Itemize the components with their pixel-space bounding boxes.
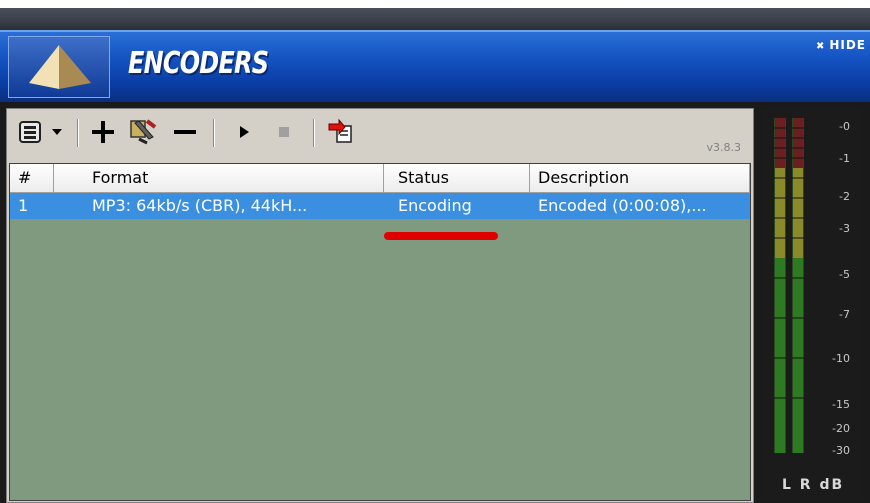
toolbar-separator bbox=[313, 119, 315, 147]
encoder-config-icon bbox=[19, 121, 41, 143]
encoder-list[interactable]: # Format Status Description 1 MP3: 64kb/… bbox=[9, 163, 751, 501]
remove-encoder-button[interactable] bbox=[167, 117, 203, 147]
hide-button[interactable]: ✖ HIDE bbox=[816, 38, 866, 52]
meter-label: -5 bbox=[839, 268, 850, 281]
toolbar: v3.8.3 bbox=[7, 109, 753, 161]
import-icon bbox=[328, 118, 352, 143]
chevron-down-icon bbox=[52, 129, 62, 135]
import-button[interactable] bbox=[323, 117, 359, 147]
page-title: ENCODERS bbox=[128, 46, 269, 81]
plus-icon bbox=[92, 121, 114, 143]
start-button[interactable] bbox=[229, 117, 259, 147]
encoders-window: ENCODERS ✖ HIDE v3.8.3 # Format Status D… bbox=[0, 8, 870, 503]
meter-label: -1 bbox=[839, 152, 850, 165]
right-channel-bar bbox=[792, 118, 804, 453]
column-header-description[interactable]: Description bbox=[530, 164, 750, 192]
status-annotation-underline bbox=[384, 232, 498, 240]
column-header-status[interactable]: Status bbox=[384, 164, 530, 192]
pyramid-icon bbox=[29, 45, 91, 89]
left-channel-bar bbox=[774, 118, 786, 453]
tools-icon bbox=[130, 119, 157, 145]
logo bbox=[8, 36, 110, 98]
meter-label: -3 bbox=[839, 222, 850, 235]
toolbar-separator bbox=[213, 119, 215, 147]
add-encoder-button[interactable] bbox=[87, 117, 119, 147]
meter-label: -2 bbox=[839, 190, 850, 203]
row-status: Encoding bbox=[398, 196, 472, 215]
table-row[interactable]: 1 MP3: 64kb/s (CBR), 44kH... Encoding En… bbox=[10, 193, 750, 219]
meter-label: -0 bbox=[839, 120, 850, 133]
level-meter: -0 -1 -2 -3 -5 -7 -10 -15 -20 -30 L R dB bbox=[762, 108, 862, 501]
column-header-number[interactable]: # bbox=[10, 164, 54, 192]
row-number: 1 bbox=[18, 196, 29, 215]
minus-icon bbox=[174, 130, 196, 134]
window-top-bar bbox=[0, 8, 870, 30]
encoder-config-button[interactable] bbox=[13, 117, 47, 147]
close-icon: ✖ bbox=[815, 41, 826, 52]
meter-label: -10 bbox=[832, 352, 850, 365]
play-icon bbox=[240, 126, 249, 138]
stop-button[interactable] bbox=[269, 117, 299, 147]
dropdown-arrow[interactable] bbox=[47, 117, 67, 147]
encoders-panel: v3.8.3 # Format Status Description 1 MP3… bbox=[6, 108, 754, 503]
meter-label: -7 bbox=[839, 308, 850, 321]
stop-icon bbox=[279, 127, 289, 137]
meter-footer: L R dB bbox=[782, 477, 845, 493]
meter-label: -20 bbox=[832, 422, 850, 435]
version-label: v3.8.3 bbox=[706, 141, 742, 154]
meter-label: -30 bbox=[832, 444, 850, 457]
encoder-settings-button[interactable] bbox=[123, 117, 163, 147]
row-description: Encoded (0:00:08),... bbox=[538, 196, 707, 215]
toolbar-separator bbox=[77, 119, 79, 147]
row-format: MP3: 64kb/s (CBR), 44kH... bbox=[92, 196, 308, 215]
hide-label: HIDE bbox=[829, 38, 866, 52]
column-header-format[interactable]: Format bbox=[54, 164, 384, 192]
banner: ENCODERS ✖ HIDE bbox=[0, 30, 870, 102]
meter-label: -15 bbox=[832, 398, 850, 411]
list-header: # Format Status Description bbox=[10, 164, 750, 193]
